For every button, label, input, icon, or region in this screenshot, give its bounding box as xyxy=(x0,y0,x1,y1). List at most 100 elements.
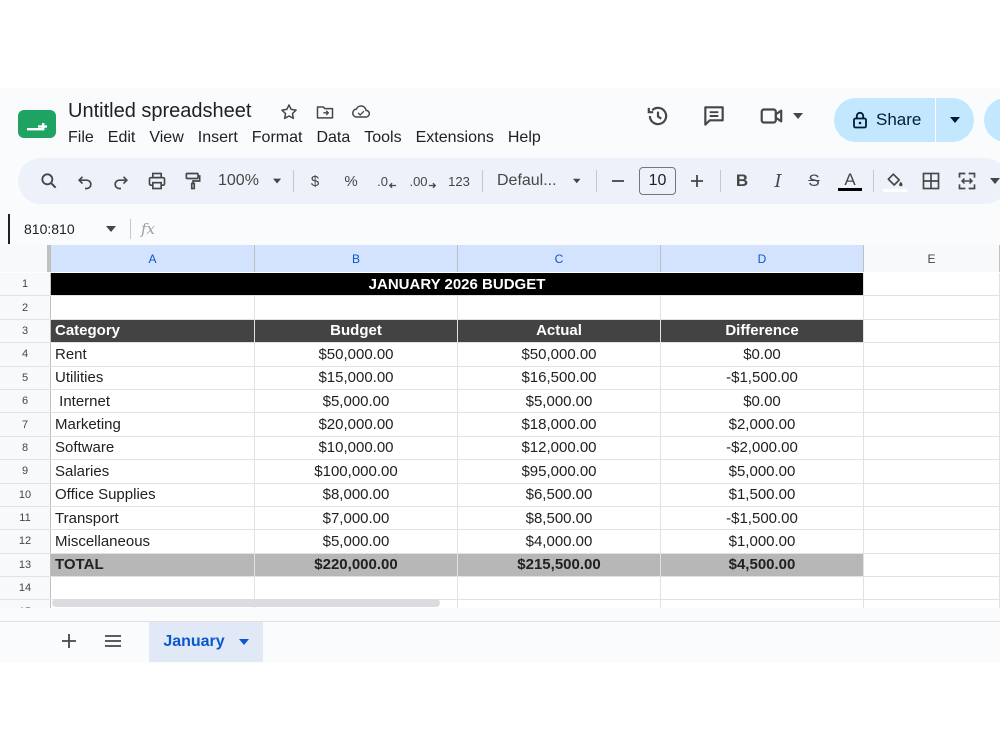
video-call-icon[interactable] xyxy=(754,98,790,134)
row-number[interactable]: 14 xyxy=(0,577,51,600)
cell[interactable] xyxy=(864,460,1000,483)
strikethrough-icon[interactable]: S xyxy=(799,166,829,196)
cell[interactable]: -$1,500.00 xyxy=(661,506,864,530)
menu-edit[interactable]: Edit xyxy=(101,128,143,148)
row-number[interactable]: 7 xyxy=(0,413,51,436)
text-color-icon[interactable]: A xyxy=(835,166,865,196)
cell[interactable] xyxy=(864,319,1000,343)
cell[interactable] xyxy=(864,600,1000,608)
chevron-down-icon[interactable] xyxy=(988,166,1000,196)
cell[interactable]: Rent xyxy=(51,343,255,366)
cell[interactable] xyxy=(864,553,1000,577)
spreadsheet-grid[interactable]: A B C D E 1 JANUARY 2026 BUDGET 2 3 Cate… xyxy=(0,245,1000,608)
cell[interactable]: Software xyxy=(51,436,255,460)
cell[interactable] xyxy=(864,436,1000,460)
header-cell-budget[interactable]: Budget xyxy=(255,319,458,343)
sheet-tab-january[interactable]: January xyxy=(149,622,263,662)
cell[interactable]: $0.00 xyxy=(661,389,864,413)
cell[interactable]: $6,500.00 xyxy=(458,483,661,506)
cell[interactable]: Utilities xyxy=(51,366,255,389)
cell[interactable] xyxy=(864,413,1000,436)
undo-icon[interactable] xyxy=(70,166,100,196)
cell[interactable]: $5,000.00 xyxy=(661,460,864,483)
cell[interactable]: $20,000.00 xyxy=(255,413,458,436)
cell[interactable] xyxy=(864,296,1000,319)
share-button[interactable]: Share xyxy=(834,98,974,142)
sheets-logo-icon[interactable] xyxy=(18,110,56,138)
cell[interactable]: $1,500.00 xyxy=(661,483,864,506)
menu-format[interactable]: Format xyxy=(245,128,310,148)
cell[interactable]: Internet xyxy=(51,389,255,413)
increase-decimal-button[interactable]: .00 xyxy=(408,166,438,196)
menu-help[interactable]: Help xyxy=(501,128,548,148)
fill-color-icon[interactable] xyxy=(880,166,910,196)
row-number[interactable]: 12 xyxy=(0,530,51,553)
cell[interactable]: Miscellaneous xyxy=(51,530,255,553)
cell[interactable] xyxy=(458,296,661,319)
cell[interactable]: $8,000.00 xyxy=(255,483,458,506)
cell[interactable]: $8,500.00 xyxy=(458,506,661,530)
merge-cells-icon[interactable] xyxy=(952,166,982,196)
font-size-input[interactable]: 10 xyxy=(639,167,677,195)
header-cell-actual[interactable]: Actual xyxy=(458,319,661,343)
print-icon[interactable] xyxy=(142,166,172,196)
cell[interactable] xyxy=(661,296,864,319)
row-number[interactable]: 15 xyxy=(0,600,51,608)
cell[interactable]: Salaries xyxy=(51,460,255,483)
total-difference-cell[interactable]: $4,500.00 xyxy=(661,553,864,577)
menu-extensions[interactable]: Extensions xyxy=(409,128,501,148)
add-sheet-icon[interactable] xyxy=(58,630,80,652)
cell[interactable] xyxy=(255,296,458,319)
cell[interactable]: $18,000.00 xyxy=(458,413,661,436)
cell[interactable] xyxy=(51,296,255,319)
cell[interactable]: $95,000.00 xyxy=(458,460,661,483)
cell[interactable]: $50,000.00 xyxy=(458,343,661,366)
cell[interactable] xyxy=(864,389,1000,413)
history-icon[interactable] xyxy=(640,98,676,134)
cell[interactable]: $1,000.00 xyxy=(661,530,864,553)
decrease-decimal-button[interactable]: .0 xyxy=(372,166,402,196)
cell[interactable] xyxy=(864,506,1000,530)
column-header-e[interactable]: E xyxy=(864,245,1000,272)
row-number[interactable]: 8 xyxy=(0,436,51,460)
cell[interactable] xyxy=(661,600,864,608)
total-label-cell[interactable]: TOTAL xyxy=(51,553,255,577)
row-number[interactable]: 10 xyxy=(0,483,51,506)
bold-icon[interactable]: B xyxy=(727,166,757,196)
cell[interactable] xyxy=(864,530,1000,553)
menu-data[interactable]: Data xyxy=(309,128,357,148)
cell[interactable]: $5,000.00 xyxy=(458,389,661,413)
cell[interactable] xyxy=(864,273,1000,296)
cell[interactable]: $2,000.00 xyxy=(661,413,864,436)
row-number[interactable]: 11 xyxy=(0,506,51,530)
header-cell-difference[interactable]: Difference xyxy=(661,319,864,343)
menu-view[interactable]: View xyxy=(142,128,190,148)
row-number[interactable]: 13 xyxy=(0,553,51,577)
cell[interactable]: $7,000.00 xyxy=(255,506,458,530)
cell[interactable] xyxy=(255,577,458,600)
font-select[interactable]: Defaul... xyxy=(489,166,588,196)
share-dropdown-button[interactable] xyxy=(936,98,974,142)
chevron-down-icon[interactable] xyxy=(790,98,806,134)
decrease-font-size-button[interactable] xyxy=(603,166,633,196)
cell[interactable]: $4,000.00 xyxy=(458,530,661,553)
cell[interactable]: $16,500.00 xyxy=(458,366,661,389)
currency-format-button[interactable]: $ xyxy=(300,166,330,196)
cell[interactable]: $12,000.00 xyxy=(458,436,661,460)
cell[interactable] xyxy=(458,600,661,608)
horizontal-scrollbar[interactable] xyxy=(52,599,440,607)
cell[interactable]: Office Supplies xyxy=(51,483,255,506)
row-number[interactable]: 2 xyxy=(0,296,51,319)
cell[interactable]: $50,000.00 xyxy=(255,343,458,366)
cell[interactable] xyxy=(864,343,1000,366)
search-menus-icon[interactable] xyxy=(34,166,64,196)
budget-title-cell[interactable]: JANUARY 2026 BUDGET xyxy=(51,273,864,296)
cell[interactable] xyxy=(864,366,1000,389)
cell[interactable]: $15,000.00 xyxy=(255,366,458,389)
cell[interactable] xyxy=(458,577,661,600)
more-formats-button[interactable]: 123 xyxy=(444,166,474,196)
increase-font-size-button[interactable] xyxy=(682,166,712,196)
cell[interactable]: $5,000.00 xyxy=(255,530,458,553)
total-actual-cell[interactable]: $215,500.00 xyxy=(458,553,661,577)
cell[interactable]: -$1,500.00 xyxy=(661,366,864,389)
